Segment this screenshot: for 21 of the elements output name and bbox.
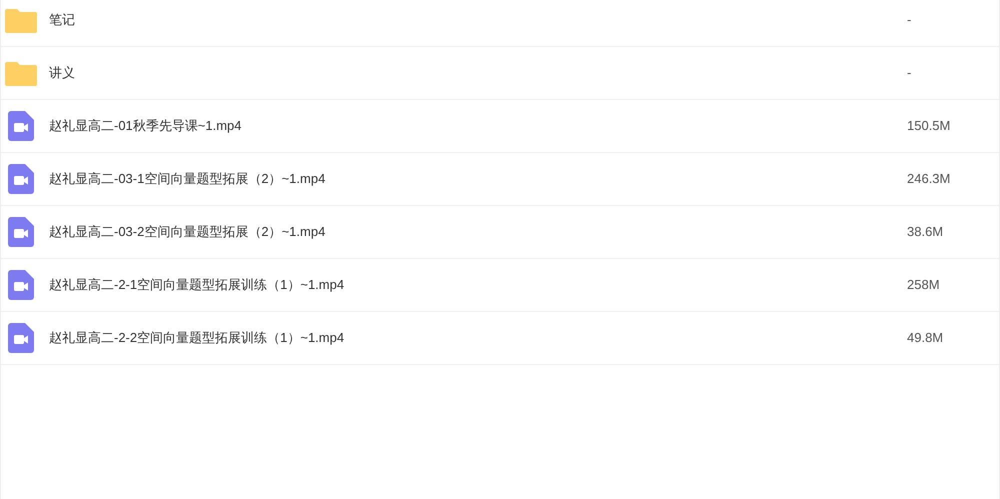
- file-name[interactable]: 赵礼显高二-01秋季先导课~1.mp4: [49, 116, 907, 136]
- video-file-icon: [8, 217, 34, 247]
- file-name[interactable]: 赵礼显高二-2-2空间向量题型拓展训练（1）~1.mp4: [49, 328, 907, 348]
- file-size: -: [907, 11, 912, 30]
- file-size: 150.5M: [907, 117, 952, 136]
- file-size: 246.3M: [907, 170, 952, 188]
- video-file-icon: [8, 323, 34, 353]
- file-name[interactable]: 赵礼显高二-03-2空间向量题型拓展（2）~1.mp4: [49, 222, 907, 242]
- folder-icon: [5, 7, 37, 33]
- file-name[interactable]: 赵礼显高二-2-1空间向量题型拓展训练（1）~1.mp4: [49, 275, 907, 295]
- file-size: 258M: [907, 276, 941, 294]
- file-size: 38.6M: [907, 223, 944, 242]
- folder-icon: [5, 60, 37, 86]
- video-file-icon: [8, 111, 34, 141]
- file-size: 49.8M: [907, 329, 944, 348]
- video-file-icon: [8, 164, 34, 194]
- video-file-icon: [8, 270, 34, 300]
- file-size: -: [907, 64, 912, 82]
- file-name[interactable]: 讲义: [49, 63, 907, 83]
- file-name[interactable]: 笔记: [49, 10, 907, 30]
- file-name[interactable]: 赵礼显高二-03-1空间向量题型拓展（2）~1.mp4: [49, 169, 907, 189]
